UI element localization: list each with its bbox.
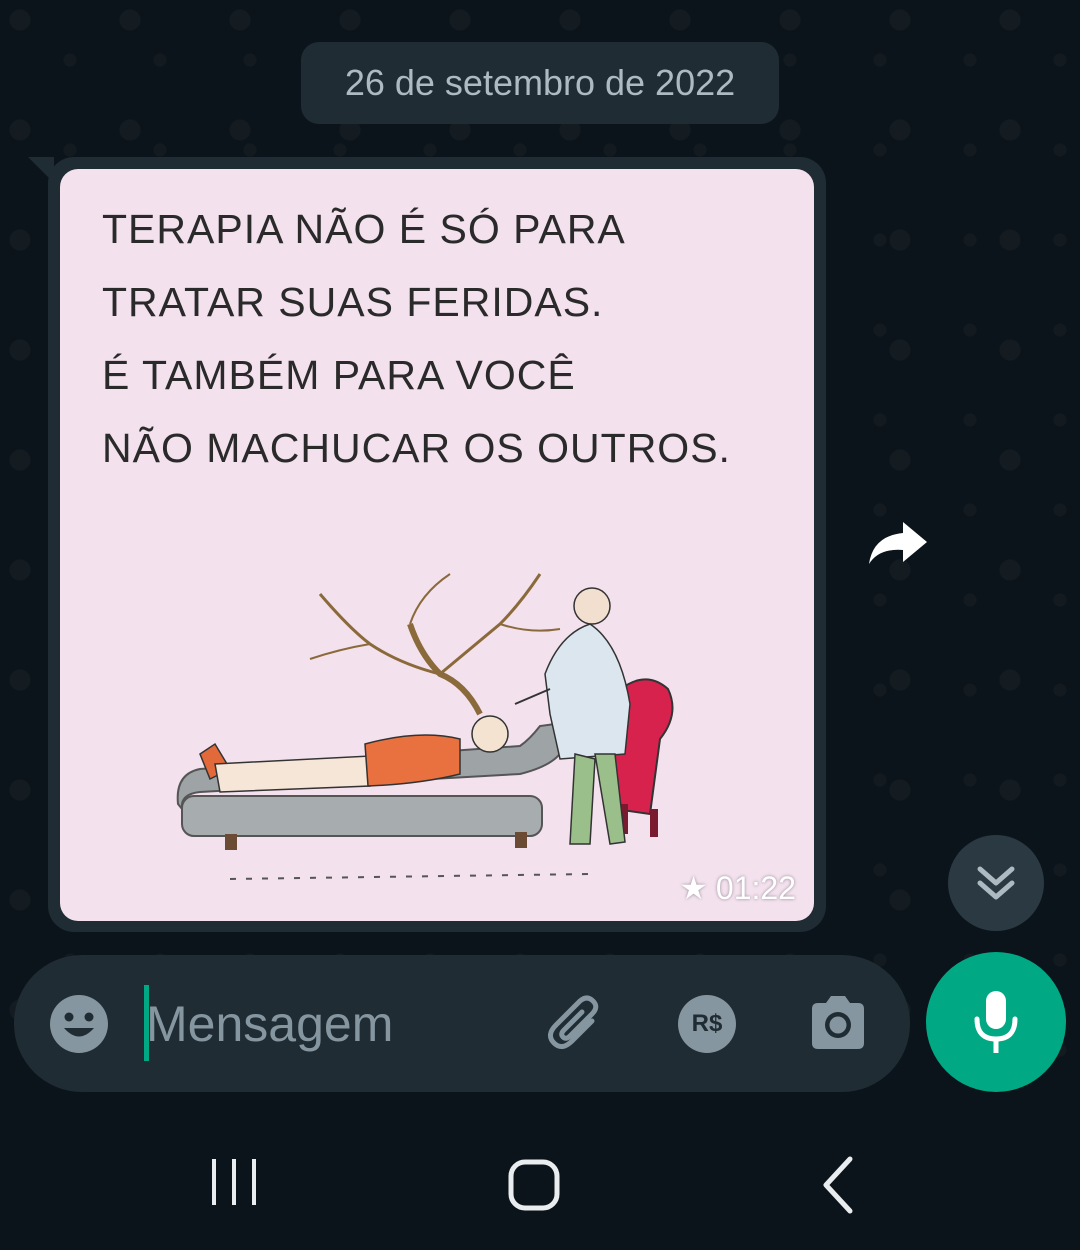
therapy-cartoon-illustration <box>176 573 674 880</box>
emoji-icon[interactable] <box>48 993 110 1055</box>
message-input[interactable] <box>146 985 526 1063</box>
message-image[interactable]: TERAPIA NÃO É SÓ PARA TRATAR SUAS FERIDA… <box>60 169 814 921</box>
caption-line: É TAMBÉM PARA VOCÊ <box>102 352 576 398</box>
recents-icon[interactable] <box>200 1155 268 1211</box>
system-navigation-bar <box>0 1105 1080 1250</box>
message-time: 01:22 <box>715 869 796 906</box>
caption-line: TERAPIA NÃO É SÓ PARA <box>102 206 626 252</box>
paperclip-icon[interactable] <box>542 991 608 1057</box>
chat-background: 26 de setembro de 2022 TERAPIA NÃO É SÓ … <box>0 0 1080 1105</box>
message-composer: R$ <box>14 955 910 1092</box>
image-message-bubble[interactable]: TERAPIA NÃO É SÓ PARA TRATAR SUAS FERIDA… <box>48 157 826 932</box>
forward-button[interactable] <box>848 493 948 593</box>
caption-line: TRATAR SUAS FERIDAS. <box>102 279 604 325</box>
message-timestamp: ★ 01:22 <box>679 869 796 907</box>
image-caption: TERAPIA NÃO É SÓ PARA TRATAR SUAS FERIDA… <box>102 193 782 485</box>
caption-line: NÃO MACHUCAR OS OUTROS. <box>102 425 731 471</box>
payment-icon[interactable]: R$ <box>678 995 736 1053</box>
double-chevron-down-icon <box>977 866 1015 900</box>
date-separator: 26 de setembro de 2022 <box>301 42 779 124</box>
home-icon[interactable] <box>506 1157 564 1215</box>
scroll-to-bottom-button[interactable] <box>948 835 1044 931</box>
camera-icon[interactable] <box>806 991 870 1055</box>
star-icon: ★ <box>679 870 708 906</box>
back-icon[interactable] <box>808 1153 868 1217</box>
voice-message-button[interactable] <box>926 952 1066 1092</box>
forward-icon <box>869 522 927 564</box>
mic-icon <box>974 991 1018 1053</box>
